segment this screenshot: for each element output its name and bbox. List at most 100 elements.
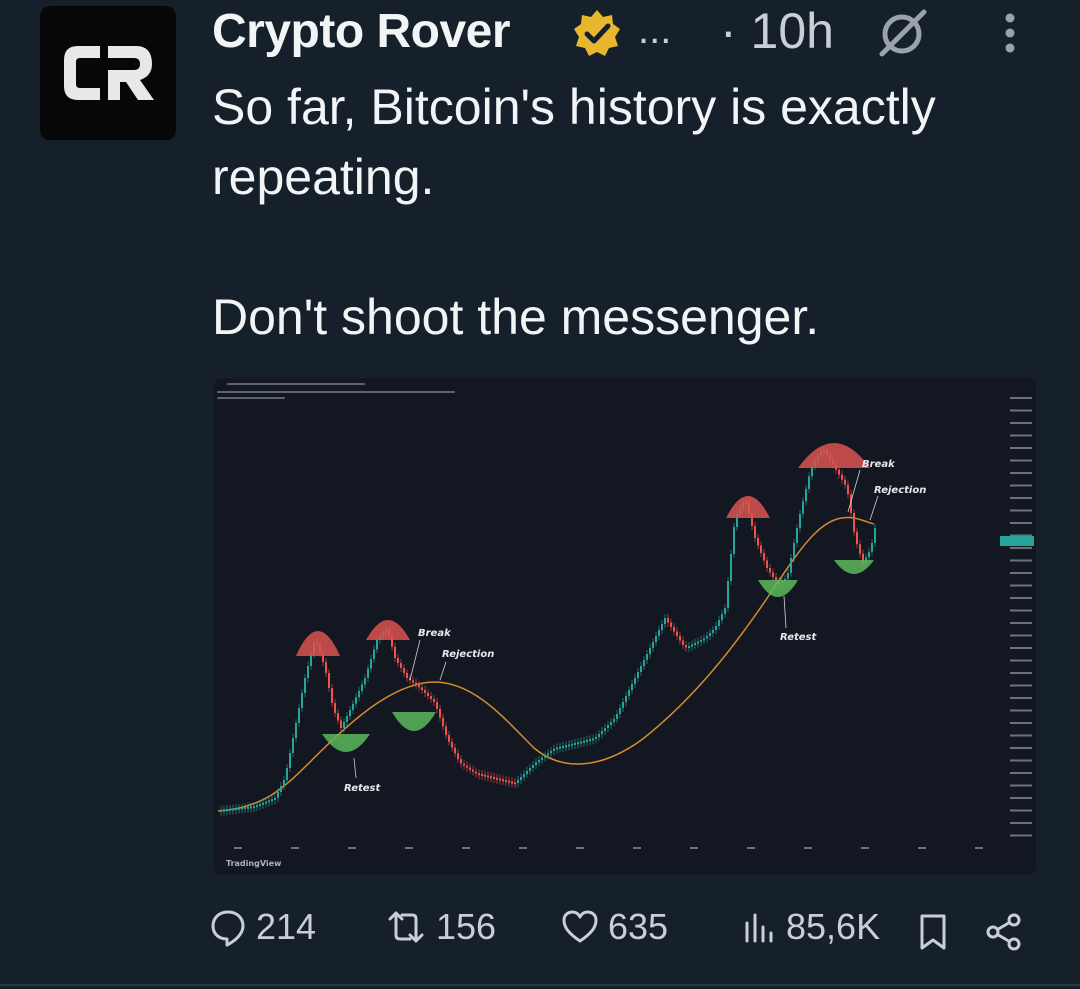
candle xyxy=(664,618,666,624)
candle xyxy=(601,731,603,734)
candle xyxy=(616,714,618,719)
candle xyxy=(709,633,711,636)
candle xyxy=(667,618,669,623)
avatar[interactable] xyxy=(40,6,176,140)
candle xyxy=(808,476,810,489)
candle xyxy=(799,513,801,528)
bottom-markers xyxy=(322,560,874,752)
candle xyxy=(688,646,690,648)
candle xyxy=(871,543,873,552)
candle xyxy=(874,528,876,543)
candle xyxy=(286,768,288,780)
candle xyxy=(400,663,402,668)
repost-icon xyxy=(388,911,424,943)
candle xyxy=(466,765,468,768)
candle xyxy=(304,678,306,693)
candle xyxy=(595,737,597,739)
bookmark-icon[interactable] xyxy=(916,912,950,952)
reply-button[interactable]: 214 xyxy=(208,906,316,948)
chart-header-lines xyxy=(217,383,455,399)
candle xyxy=(853,513,855,532)
candle xyxy=(376,640,378,650)
candle xyxy=(802,501,804,514)
grok-icon[interactable] xyxy=(874,8,930,58)
divider xyxy=(0,984,1080,986)
post-text-line: Don't shoot the messenger. xyxy=(212,289,820,345)
more-vertical-icon[interactable] xyxy=(1000,8,1020,58)
candle xyxy=(502,779,504,782)
candle xyxy=(529,768,531,771)
candle xyxy=(700,640,702,642)
candle xyxy=(637,672,639,678)
candle xyxy=(706,636,708,639)
candlesticks xyxy=(220,445,876,816)
candle xyxy=(424,690,426,693)
candle xyxy=(487,775,489,778)
candle xyxy=(406,673,408,678)
like-count: 635 xyxy=(608,906,669,947)
heart-icon xyxy=(562,910,598,943)
candle xyxy=(712,630,714,633)
share-icon[interactable] xyxy=(984,912,1024,952)
candle xyxy=(646,654,648,660)
candle xyxy=(661,624,663,630)
post-time[interactable]: · 10h xyxy=(720,2,834,60)
candle xyxy=(274,798,276,800)
candle xyxy=(592,738,594,741)
top-markers xyxy=(296,443,870,656)
repost-count: 156 xyxy=(436,906,497,947)
candle xyxy=(703,638,705,641)
candle xyxy=(340,720,342,728)
candle xyxy=(394,646,396,658)
candle xyxy=(307,666,309,678)
candle xyxy=(589,739,591,742)
candle xyxy=(580,741,582,744)
candle xyxy=(757,538,759,546)
post-text-line: repeating. xyxy=(212,149,435,205)
candle xyxy=(253,806,255,809)
candle xyxy=(586,740,588,742)
candle xyxy=(448,735,450,742)
candle xyxy=(343,722,345,728)
candle xyxy=(436,702,438,709)
post-media-image[interactable]: Break Rejection Retest Break Rejection R… xyxy=(214,378,1036,875)
candle xyxy=(607,725,609,728)
candle xyxy=(724,608,726,614)
candle xyxy=(421,687,423,690)
author-name[interactable]: Crypto Rover xyxy=(212,4,511,59)
candle xyxy=(559,746,561,749)
candle xyxy=(718,620,720,626)
candle xyxy=(490,776,492,779)
candle xyxy=(433,699,435,702)
candle xyxy=(517,780,519,783)
candle xyxy=(556,747,558,750)
views-button[interactable]: 85,6K xyxy=(742,906,880,948)
candle xyxy=(463,763,465,766)
candle xyxy=(280,786,282,792)
candle xyxy=(547,753,549,756)
candle xyxy=(760,545,762,553)
candle xyxy=(787,573,789,579)
candle xyxy=(496,777,498,780)
annotation-break: Break xyxy=(418,628,452,639)
candle xyxy=(427,693,429,696)
annotation-retest: Retest xyxy=(344,783,381,794)
candle xyxy=(244,807,246,810)
candle xyxy=(475,771,477,774)
candle xyxy=(805,488,807,502)
candle xyxy=(469,767,471,770)
candle xyxy=(445,726,447,736)
candle xyxy=(643,660,645,666)
candle xyxy=(544,755,546,758)
candle xyxy=(679,636,681,641)
candle xyxy=(358,690,360,698)
candle xyxy=(730,554,732,581)
like-button[interactable]: 635 xyxy=(560,906,668,948)
repost-button[interactable]: 156 xyxy=(384,906,496,948)
candle xyxy=(655,636,657,642)
candle xyxy=(844,479,846,485)
candle xyxy=(541,757,543,760)
candle xyxy=(331,688,333,703)
candle xyxy=(238,807,240,810)
candle xyxy=(364,678,366,685)
